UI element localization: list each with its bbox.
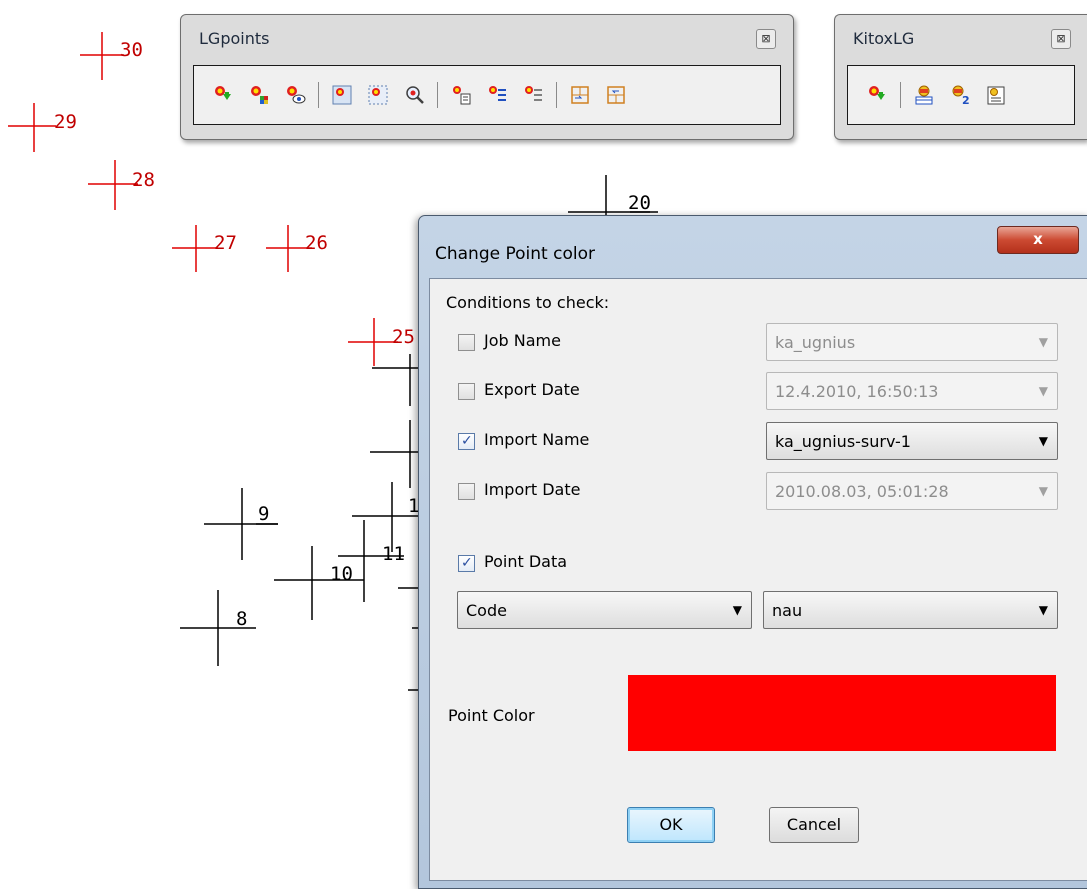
import-date-select[interactable]: 2010.08.03, 05:01:28 ▼: [766, 472, 1058, 510]
point-data-value: nau: [772, 601, 803, 620]
import-name-checkbox[interactable]: ✓: [458, 433, 475, 450]
import-name-select[interactable]: ka_ugnius-surv-1 ▼: [766, 422, 1058, 460]
toolbar-separator: [437, 82, 438, 108]
kitox-download-icon[interactable]: [860, 78, 894, 112]
import-name-value: ka_ugnius-surv-1: [775, 432, 911, 451]
point-area-select-icon[interactable]: [361, 78, 395, 112]
point-label-8: 8: [236, 608, 247, 630]
toolbar-separator: [556, 82, 557, 108]
export-date-checkbox[interactable]: [458, 383, 475, 400]
chevron-down-icon: ▼: [1038, 384, 1048, 398]
toolbar-separator: [900, 82, 901, 108]
cancel-button[interactable]: Cancel: [769, 807, 859, 843]
dialog-title: Change Point color: [435, 244, 595, 264]
point-label-11: 11: [382, 543, 405, 565]
point-data-value-select[interactable]: nau ▼: [763, 591, 1058, 629]
job-name-select[interactable]: ka_ugnius ▼: [766, 323, 1058, 361]
chevron-down-icon: ▼: [1038, 335, 1048, 349]
point-label-30: 30: [120, 39, 143, 61]
point-label-26: 26: [305, 232, 328, 254]
point-download-icon[interactable]: [206, 78, 240, 112]
lgpoints-button-strip: [193, 65, 781, 125]
ok-button[interactable]: OK: [627, 807, 715, 843]
export-date-select[interactable]: 12.4.2010, 16:50:13 ▼: [766, 372, 1058, 410]
kitoxlg-toolbar-title: KitoxLG: [853, 29, 915, 48]
point-color-swatch[interactable]: [628, 675, 1056, 751]
point-list-icon[interactable]: [444, 78, 478, 112]
export-date-label: Export Date: [484, 380, 580, 399]
point-data-checkbox[interactable]: ✓: [458, 555, 475, 572]
conditions-heading: Conditions to check:: [446, 293, 610, 312]
toolbar-separator: [318, 82, 319, 108]
check-icon: ✓: [461, 555, 473, 571]
kitox-report-icon[interactable]: [979, 78, 1013, 112]
kitox-convert-icon[interactable]: 2: [943, 78, 977, 112]
lgpoints-toolbar: LGpoints ⊠: [180, 14, 794, 140]
import-date-checkbox[interactable]: [458, 483, 475, 500]
change-point-color-dialog: Change Point color x Conditions to check…: [418, 215, 1087, 889]
dialog-close-button[interactable]: x: [997, 226, 1079, 254]
export-frame-icon[interactable]: [563, 78, 597, 112]
point-label-20: 20: [628, 192, 651, 214]
kitoxlg-close-button[interactable]: ⊠: [1051, 29, 1071, 49]
check-icon: ✓: [461, 433, 473, 449]
job-name-label: Job Name: [484, 331, 561, 350]
lgpoints-toolbar-title: LGpoints: [199, 29, 270, 48]
point-data-field-select[interactable]: Code ▼: [457, 591, 752, 629]
dialog-client-area: Conditions to check: Job Name ka_ugnius …: [429, 278, 1087, 881]
point-select-icon[interactable]: [325, 78, 359, 112]
svg-text:2: 2: [962, 94, 970, 106]
import-date-label: Import Date: [484, 480, 581, 499]
import-name-label: Import Name: [484, 430, 590, 449]
chevron-down-icon: ▼: [1038, 434, 1048, 448]
close-icon: x: [1033, 230, 1043, 248]
import-date-value: 2010.08.03, 05:01:28: [775, 482, 949, 501]
point-label-27: 27: [214, 232, 237, 254]
point-zoom-icon[interactable]: [397, 78, 431, 112]
chevron-down-icon: ▼: [1038, 484, 1048, 498]
point-attributes-icon[interactable]: [480, 78, 514, 112]
point-data-field-value: Code: [466, 601, 507, 620]
point-label-9: 9: [258, 503, 269, 525]
kitoxlg-toolbar: KitoxLG ⊠ 2: [834, 14, 1087, 140]
point-color-icon[interactable]: [242, 78, 276, 112]
point-attributes-alt-icon[interactable]: [516, 78, 550, 112]
kitox-table-icon[interactable]: [907, 78, 941, 112]
point-label-25: 25: [392, 326, 415, 348]
point-color-label: Point Color: [448, 706, 535, 725]
point-label-28: 28: [132, 169, 155, 191]
point-label-29: 29: [54, 111, 77, 133]
kitoxlg-button-strip: 2: [847, 65, 1075, 125]
chevron-down-icon: ▼: [1038, 603, 1048, 617]
job-name-value: ka_ugnius: [775, 333, 856, 352]
point-data-label: Point Data: [484, 552, 568, 571]
export-date-value: 12.4.2010, 16:50:13: [775, 382, 939, 401]
lgpoints-close-button[interactable]: ⊠: [756, 29, 776, 49]
export-frame-alt-icon[interactable]: [599, 78, 633, 112]
job-name-checkbox[interactable]: [458, 334, 475, 351]
point-view-icon[interactable]: [278, 78, 312, 112]
chevron-down-icon: ▼: [732, 603, 742, 617]
point-label-10: 10: [330, 563, 353, 585]
